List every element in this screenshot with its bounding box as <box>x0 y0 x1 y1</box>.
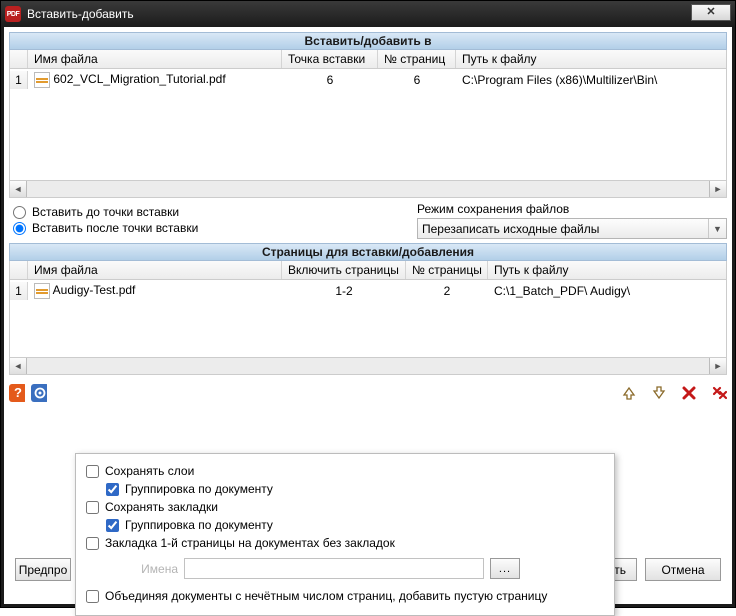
chk-keep-layers[interactable]: Сохранять слои <box>86 462 604 480</box>
insert-options-row: Вставить до точки вставки Вставить после… <box>9 202 727 239</box>
close-button[interactable]: ✕ <box>691 4 731 21</box>
insert-position-group: Вставить до точки вставки Вставить после… <box>9 202 409 239</box>
col-page-count[interactable]: № страниц <box>378 50 456 68</box>
scroll-right-icon[interactable]: ► <box>709 181 726 197</box>
save-mode-label: Режим сохранения файлов <box>417 202 727 216</box>
col-filename[interactable]: Имя файла <box>28 50 282 68</box>
col-page-number[interactable]: № страницы <box>406 261 488 279</box>
app-icon: PDF <box>5 6 21 22</box>
radio-insert-before[interactable]: Вставить до точки вставки <box>13 204 407 220</box>
table2-body[interactable]: 1 Audigy-Test.pdf 1-2 2 C:\1_Batch_PDF\ … <box>9 280 727 358</box>
chk-keep-bookmarks[interactable]: Сохранять закладки <box>86 498 604 516</box>
chk-first-page-bookmark[interactable]: Закладка 1-й страницы на документах без … <box>86 534 604 552</box>
table-row[interactable]: 1 602_VCL_Migration_Tutorial.pdf 6 6 C:\… <box>10 69 726 91</box>
table1-body[interactable]: 1 602_VCL_Migration_Tutorial.pdf 6 6 C:\… <box>9 69 727 181</box>
pdf-file-icon <box>34 72 50 88</box>
radio-input[interactable] <box>13 206 26 219</box>
cell-insert-point: 6 <box>282 72 378 88</box>
cell-page-number: 2 <box>406 283 488 299</box>
chk-group-by-doc-bookmarks[interactable]: Группировка по документу <box>106 516 604 534</box>
bottom-toolbar: ? <box>9 381 727 405</box>
scroll-left-icon[interactable]: ◄ <box>10 358 27 374</box>
save-mode-group: Режим сохранения файлов Перезаписать исх… <box>417 202 727 239</box>
radio-insert-after[interactable]: Вставить после точки вставки <box>13 220 407 236</box>
gear-icon[interactable] <box>31 385 47 401</box>
table-row[interactable]: 1 Audigy-Test.pdf 1-2 2 C:\1_Batch_PDF\ … <box>10 280 726 302</box>
col-insert-point[interactable]: Точка вставки <box>282 50 378 68</box>
names-row: Имена ... <box>130 558 604 579</box>
help-icon[interactable]: ? <box>9 385 25 401</box>
chk-group-by-doc-layers[interactable]: Группировка по документу <box>106 480 604 498</box>
table1-header: Имя файла Точка вставки № страниц Путь к… <box>9 50 727 69</box>
table1-hscroll[interactable]: ◄ ► <box>9 181 727 198</box>
options-popup: Сохранять слои Группировка по документу … <box>75 453 615 616</box>
cancel-button[interactable]: Отмена <box>645 558 721 581</box>
svg-text:?: ? <box>14 385 22 400</box>
pdf-file-icon <box>34 283 50 299</box>
clear-all-icon[interactable] <box>711 385 727 401</box>
scroll-left-icon[interactable]: ◄ <box>10 181 27 197</box>
pages-to-insert-header: Страницы для вставки/добавления <box>9 243 727 261</box>
cell-include-pages: 1-2 <box>282 283 406 299</box>
chk-pad-odd-pages[interactable]: Объединяя документы с нечётным числом ст… <box>86 587 604 605</box>
move-down-icon[interactable] <box>651 385 667 401</box>
col-filename[interactable]: Имя файла <box>28 261 282 279</box>
names-label: Имена <box>130 562 178 576</box>
row-number: 1 <box>10 71 28 89</box>
cell-filename: Audigy-Test.pdf <box>53 283 136 297</box>
cell-filename: 602_VCL_Migration_Tutorial.pdf <box>53 72 225 86</box>
radio-input[interactable] <box>13 222 26 235</box>
dialog-window: PDF Вставить-добавить ✕ Вставить/добавит… <box>0 0 736 608</box>
col-path[interactable]: Путь к файлу <box>488 261 726 279</box>
names-browse-button[interactable]: ... <box>490 558 520 579</box>
scroll-right-icon[interactable]: ► <box>709 358 726 374</box>
window-title: Вставить-добавить <box>27 7 134 21</box>
cell-page-count: 6 <box>378 72 456 88</box>
save-mode-combo[interactable]: Перезаписать исходные файлы ▼ <box>417 218 727 239</box>
move-up-icon[interactable] <box>621 385 637 401</box>
table2-header: Имя файла Включить страницы № страницы П… <box>9 261 727 280</box>
preview-button[interactable]: Предпро <box>15 558 71 581</box>
close-icon: ✕ <box>706 7 715 18</box>
chevron-down-icon: ▼ <box>708 219 726 238</box>
col-path[interactable]: Путь к файлу <box>456 50 726 68</box>
cell-path: C:\Program Files (x86)\Multilizer\Bin\ <box>456 72 726 88</box>
insert-into-header: Вставить/добавить в <box>9 32 727 50</box>
table2-hscroll[interactable]: ◄ ► <box>9 358 727 375</box>
names-input[interactable] <box>184 558 484 579</box>
row-number: 1 <box>10 282 28 300</box>
title-bar[interactable]: PDF Вставить-добавить ✕ <box>1 1 735 27</box>
col-include-pages[interactable]: Включить страницы <box>282 261 406 279</box>
delete-icon[interactable] <box>681 385 697 401</box>
cell-path: C:\1_Batch_PDF\ Audigy\ <box>488 283 726 299</box>
